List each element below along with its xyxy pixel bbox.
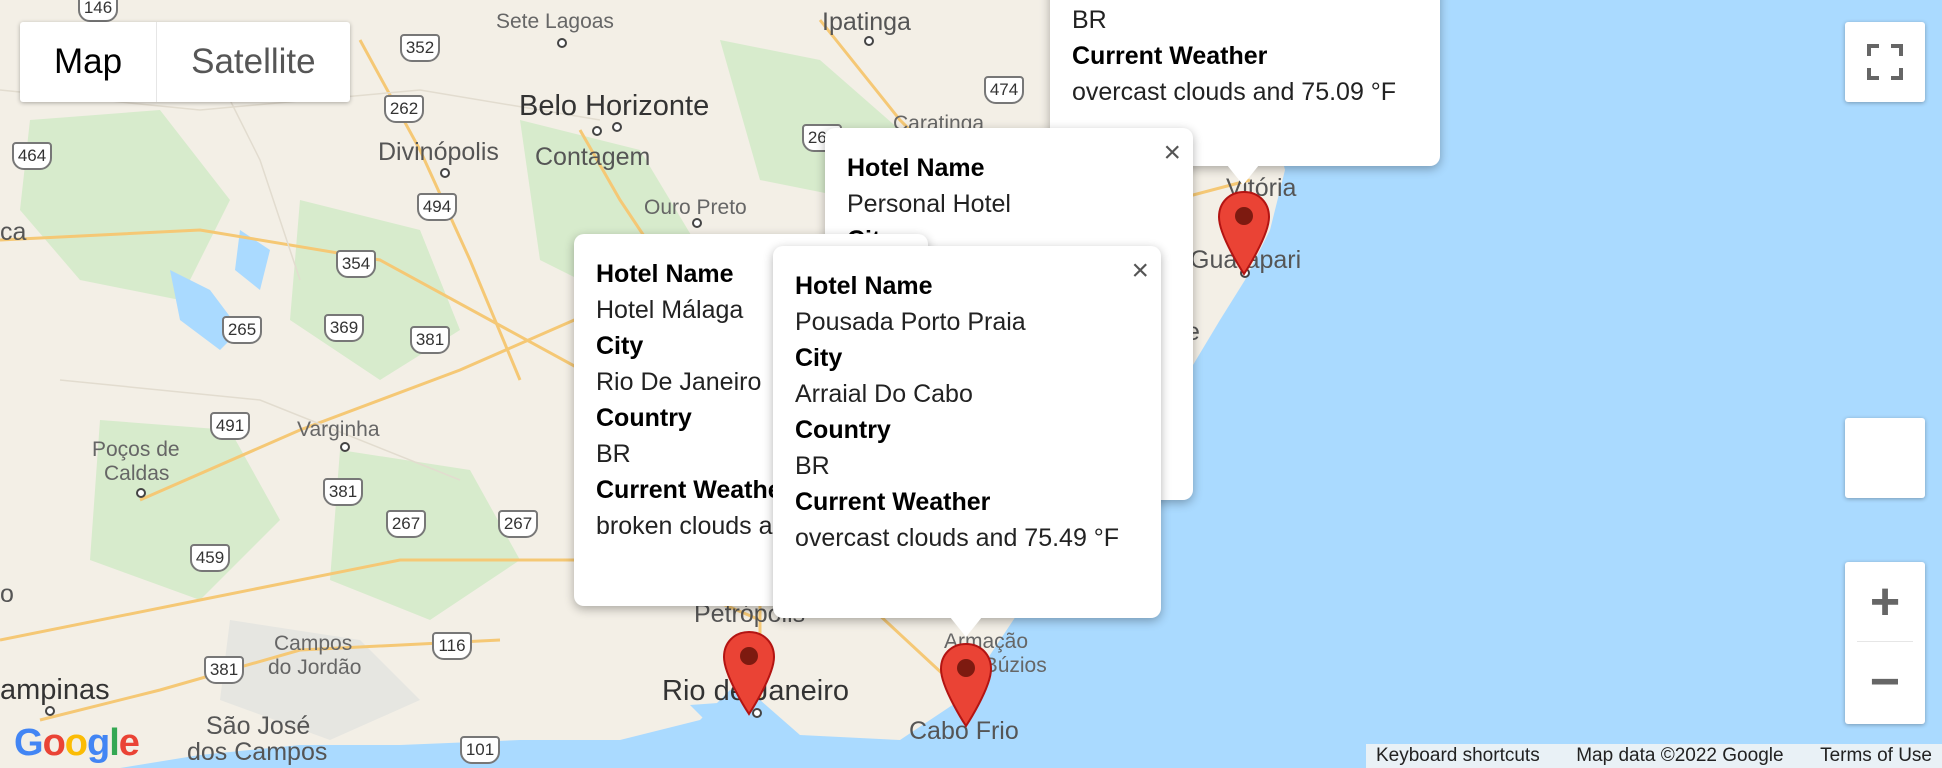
highway-shield: 267 bbox=[498, 510, 538, 538]
city-dot bbox=[440, 168, 450, 178]
info-city-label: City bbox=[795, 344, 843, 372]
keyboard-shortcuts-link[interactable]: Keyboard shortcuts bbox=[1376, 745, 1540, 767]
map-type-satellite-button[interactable]: Satellite bbox=[157, 22, 350, 102]
info-window-tail bbox=[1227, 165, 1259, 185]
info-window-tail bbox=[950, 617, 982, 637]
map-canvas[interactable]: Sete Lagoas Ipatinga Belo Horizonte Divi… bbox=[0, 0, 1942, 768]
city-label-ipatinga: Ipatinga bbox=[822, 8, 911, 36]
highway-shield: 262 bbox=[384, 95, 424, 123]
highway-shield: 369 bbox=[324, 314, 364, 342]
highway-shield: 464 bbox=[12, 142, 52, 170]
zoom-in-button[interactable]: + bbox=[1857, 562, 1913, 642]
highway-shield: 494 bbox=[417, 193, 457, 221]
highway-shield: 352 bbox=[400, 34, 440, 62]
city-label-campinas: ampinas bbox=[0, 674, 110, 706]
info-country-value: BR bbox=[1072, 6, 1107, 34]
city-dot bbox=[592, 126, 602, 136]
highway-shield: 459 bbox=[190, 544, 230, 572]
zoom-control: + − bbox=[1845, 562, 1925, 724]
info-weather-value: overcast clouds and 75.49 °F bbox=[795, 524, 1120, 552]
highway-shield: 354 bbox=[336, 250, 376, 278]
city-dot bbox=[692, 218, 702, 228]
highway-shield: 116 bbox=[432, 632, 472, 660]
info-hotel-label: Hotel Name bbox=[847, 154, 985, 182]
highway-shield: 474 bbox=[984, 76, 1024, 104]
map-type-map-button[interactable]: Map bbox=[20, 22, 158, 102]
street-view-button[interactable] bbox=[1845, 418, 1925, 498]
highway-shield: 381 bbox=[410, 326, 450, 354]
map-footer: Keyboard shortcuts Map data ©2022 Google… bbox=[1366, 744, 1942, 768]
info-weather-value: overcast clouds and 75.09 °F bbox=[1072, 78, 1397, 106]
info-window-porto-praia: × Hotel Name Pousada Porto Praia City Ar… bbox=[773, 246, 1161, 618]
city-dot bbox=[864, 36, 874, 46]
city-label-campos-1: Campos bbox=[274, 632, 353, 655]
city-label-pocos-2: Caldas bbox=[104, 462, 170, 485]
highway-shield: 101 bbox=[460, 736, 500, 764]
city-label-divinopolis: Divinópolis bbox=[378, 138, 499, 166]
terms-of-use-link[interactable]: Terms of Use bbox=[1820, 745, 1932, 767]
info-city-value: Arraial Do Cabo bbox=[795, 380, 973, 408]
close-icon[interactable]: × bbox=[1163, 138, 1181, 168]
info-weather-label: Current Weather bbox=[1072, 42, 1268, 70]
highway-shield: 491 bbox=[210, 412, 250, 440]
highway-shield: 265 bbox=[222, 316, 262, 344]
info-country-label: Country bbox=[795, 416, 891, 444]
city-label-campos-2: do Jordão bbox=[268, 656, 362, 679]
fullscreen-button[interactable] bbox=[1845, 22, 1925, 102]
info-hotel-value: Pousada Porto Praia bbox=[795, 308, 1026, 336]
info-weather-label: Current Weather bbox=[795, 488, 991, 516]
city-label-edge: o bbox=[0, 580, 14, 608]
city-label-cachoeiro: ca bbox=[0, 218, 27, 246]
fullscreen-icon bbox=[1867, 44, 1903, 80]
info-hotel-label: Hotel Name bbox=[795, 272, 933, 300]
map-type-control: Map Satellite bbox=[20, 22, 350, 102]
city-dot bbox=[45, 706, 55, 716]
info-hotel-value: Personal Hotel bbox=[847, 190, 1011, 218]
highway-shield: 146 bbox=[78, 0, 118, 22]
city-label-pocos-1: Poços de bbox=[92, 438, 180, 461]
highway-shield: 267 bbox=[386, 510, 426, 538]
city-dot bbox=[612, 122, 622, 132]
city-label-sete-lagoas: Sete Lagoas bbox=[496, 10, 614, 33]
city-dot bbox=[136, 488, 146, 498]
highway-shield: 381 bbox=[323, 478, 363, 506]
city-label-sjc-1: São José bbox=[206, 712, 311, 740]
map-marker-vitoria[interactable] bbox=[1217, 190, 1271, 276]
info-country-value: BR bbox=[795, 452, 830, 480]
city-dot bbox=[340, 442, 350, 452]
map-marker-arraial[interactable] bbox=[939, 642, 993, 728]
google-logo: Google bbox=[14, 722, 140, 764]
city-label-sjc-2: dos Campos bbox=[187, 738, 328, 766]
map-data-attribution: Map data ©2022 Google bbox=[1576, 745, 1784, 766]
highway-shield: 381 bbox=[204, 656, 244, 684]
city-label-ouro-preto: Ouro Preto bbox=[644, 196, 747, 219]
city-label-belo-horizonte: Belo Horizonte bbox=[519, 90, 710, 122]
city-label-contagem: Contagem bbox=[535, 143, 651, 171]
map-marker-rio[interactable] bbox=[722, 630, 776, 716]
close-icon[interactable]: × bbox=[1131, 256, 1149, 286]
zoom-out-button[interactable]: − bbox=[1845, 642, 1925, 722]
city-dot bbox=[557, 38, 567, 48]
city-label-varginha: Varginha bbox=[297, 418, 380, 441]
